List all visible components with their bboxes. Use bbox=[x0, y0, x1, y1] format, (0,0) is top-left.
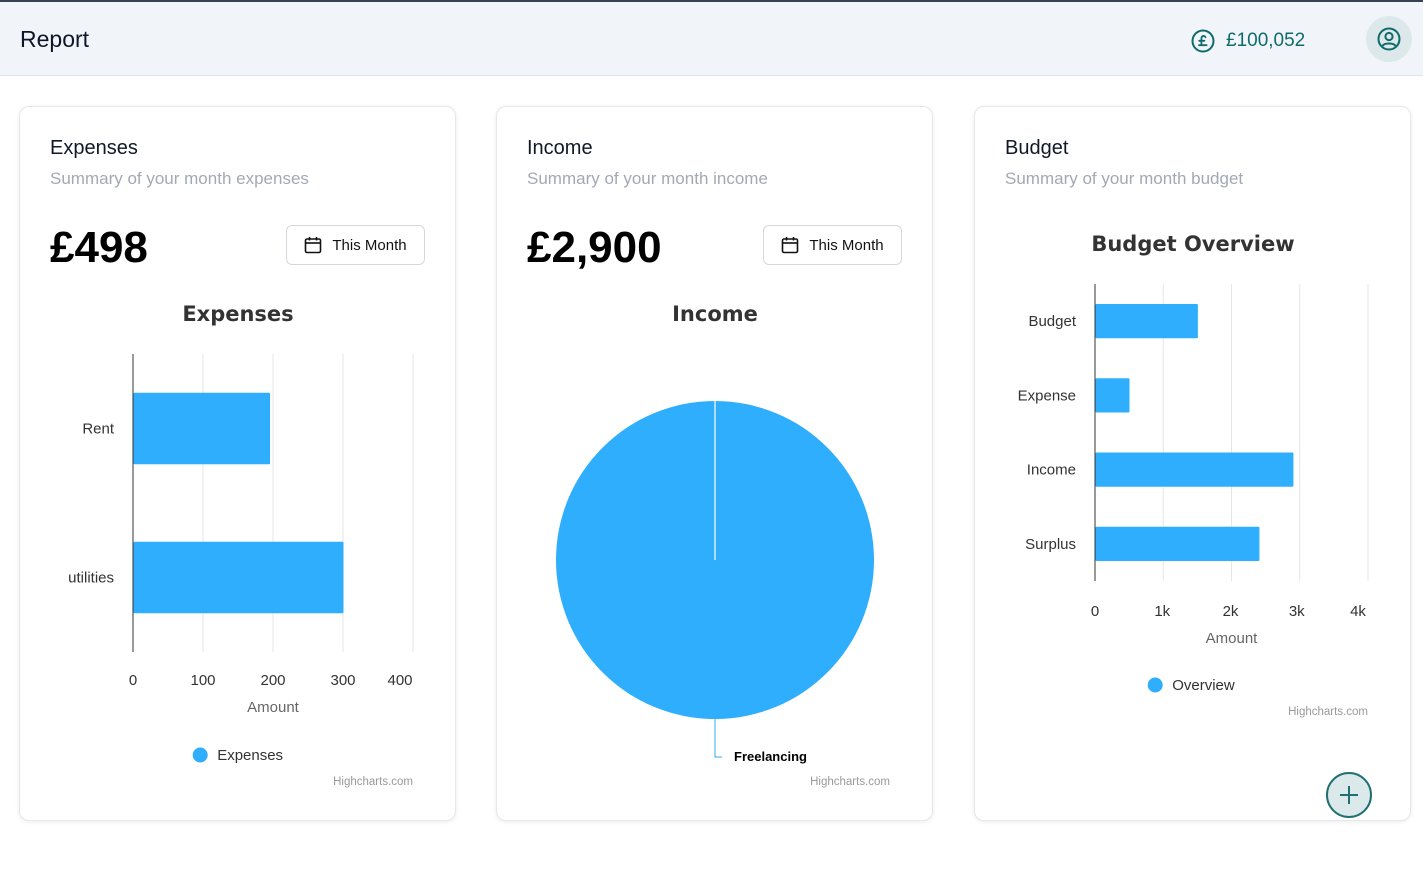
budget-card: Budget Summary of your month budget Budg… bbox=[974, 106, 1411, 821]
pound-coin-icon bbox=[1191, 29, 1215, 53]
expenses-x-tick-label: 300 bbox=[330, 672, 355, 689]
expenses-legend-marker bbox=[192, 747, 208, 763]
top-bar: Report £100,052 bbox=[0, 0, 1423, 76]
budget-category-label: Income bbox=[1027, 462, 1076, 479]
expenses-x-tick-label: 200 bbox=[260, 672, 285, 689]
expenses-credits: Highcharts.com bbox=[333, 776, 413, 788]
expenses-chart-title: Expenses bbox=[182, 302, 293, 326]
user-circle-icon bbox=[1377, 27, 1401, 51]
income-credits: Highcharts.com bbox=[810, 776, 890, 788]
budget-x-tick-label: 4k bbox=[1350, 603, 1366, 620]
expenses-x-tick-label: 100 bbox=[190, 672, 215, 689]
budget-category-label: Surplus bbox=[1025, 536, 1076, 553]
balance-display: £100,052 bbox=[1190, 28, 1305, 54]
budget-category-label: Budget bbox=[1028, 313, 1076, 330]
budget-bar bbox=[1095, 452, 1294, 487]
budget-x-axis-title: Amount bbox=[1206, 630, 1259, 647]
budget-chart: Budget Overview 0 1k 2k 3k 4k Budget Expense Inc… bbox=[1018, 232, 1369, 718]
expenses-bar bbox=[133, 392, 270, 465]
expenses-legend-label: Expenses bbox=[217, 747, 283, 764]
income-card: Income Summary of your month income £2,9… bbox=[496, 106, 933, 821]
income-chart-title: Income bbox=[672, 302, 758, 326]
income-pie-connector bbox=[714, 719, 722, 758]
expenses-chart: Expenses 0 100 200 300 400 Rent utilities Amount… bbox=[68, 302, 414, 788]
budget-bar bbox=[1095, 304, 1198, 339]
budget-legend-label: Overview bbox=[1172, 677, 1235, 694]
user-avatar-button[interactable] bbox=[1366, 16, 1412, 62]
expenses-card: Expenses Summary of your month expenses … bbox=[19, 106, 456, 821]
budget-x-tick-label: 1k bbox=[1154, 603, 1170, 620]
expenses-x-tick-label: 400 bbox=[387, 672, 412, 689]
balance-amount: £100,052 bbox=[1226, 30, 1306, 51]
budget-credits: Highcharts.com bbox=[1288, 706, 1368, 718]
budget-bar bbox=[1095, 526, 1260, 561]
income-chart: Income FreelancingHighcharts.com bbox=[556, 302, 890, 788]
expenses-x-tick-label: 0 bbox=[129, 672, 137, 689]
budget-chart-title: Budget Overview bbox=[1091, 232, 1294, 256]
budget-x-tick-label: 0 bbox=[1091, 603, 1099, 620]
income-pie-data-label: Freelancing bbox=[734, 749, 807, 764]
add-button[interactable] bbox=[1326, 772, 1372, 818]
expenses-x-axis-title: Amount bbox=[247, 699, 300, 716]
expenses-bar bbox=[133, 541, 344, 614]
expenses-category-label: Rent bbox=[82, 421, 115, 438]
budget-legend-marker bbox=[1147, 677, 1163, 693]
budget-bar bbox=[1095, 378, 1130, 413]
expenses-category-label: utilities bbox=[68, 570, 114, 587]
budget-x-tick-label: 3k bbox=[1289, 603, 1305, 620]
budget-category-label: Expense bbox=[1018, 387, 1076, 404]
page-title: Report bbox=[20, 26, 90, 52]
plus-icon bbox=[1340, 786, 1358, 804]
budget-x-tick-label: 2k bbox=[1223, 603, 1239, 620]
